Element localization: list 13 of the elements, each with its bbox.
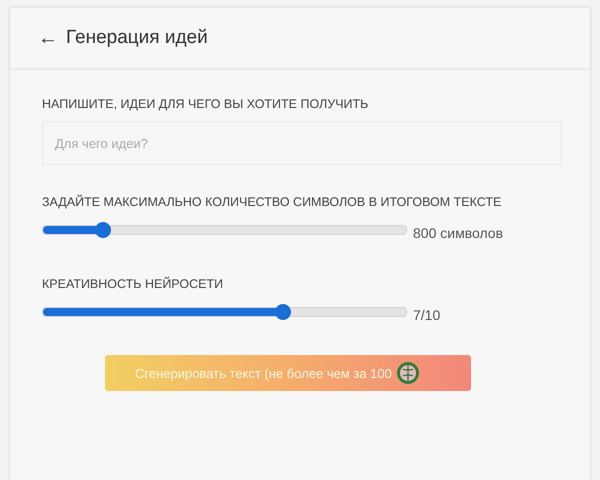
- page-title: Генерация идей: [66, 27, 208, 49]
- brain-icon: [396, 361, 420, 385]
- slider-thumb[interactable]: [94, 222, 111, 238]
- field-label: НАПИШИТЕ, ИДЕИ ДЛЯ ЧЕГО ВЫ ХОТИТЕ ПОЛУЧИТЬ: [42, 97, 370, 111]
- slider-label: ЗАДАЙТЕ МАКСИМАЛЬНО КОЛИЧЕСТВО СИМВОЛОВ В ИТОГОВОМ ТЕКСТЕ: [42, 195, 502, 209]
- back-icon[interactable]: ←: [38, 26, 58, 50]
- slider[interactable]: [42, 307, 407, 317]
- slider-label: КРЕАТИВНОСТЬ НЕЙРОСЕТИ: [42, 277, 224, 291]
- slider-reading: 7/10: [413, 307, 440, 323]
- input-field[interactable]: Для чего идеи?: [42, 121, 562, 165]
- slider[interactable]: [42, 225, 407, 235]
- slider-thumb[interactable]: [274, 304, 291, 320]
- slider-reading: 800 символов: [413, 225, 504, 241]
